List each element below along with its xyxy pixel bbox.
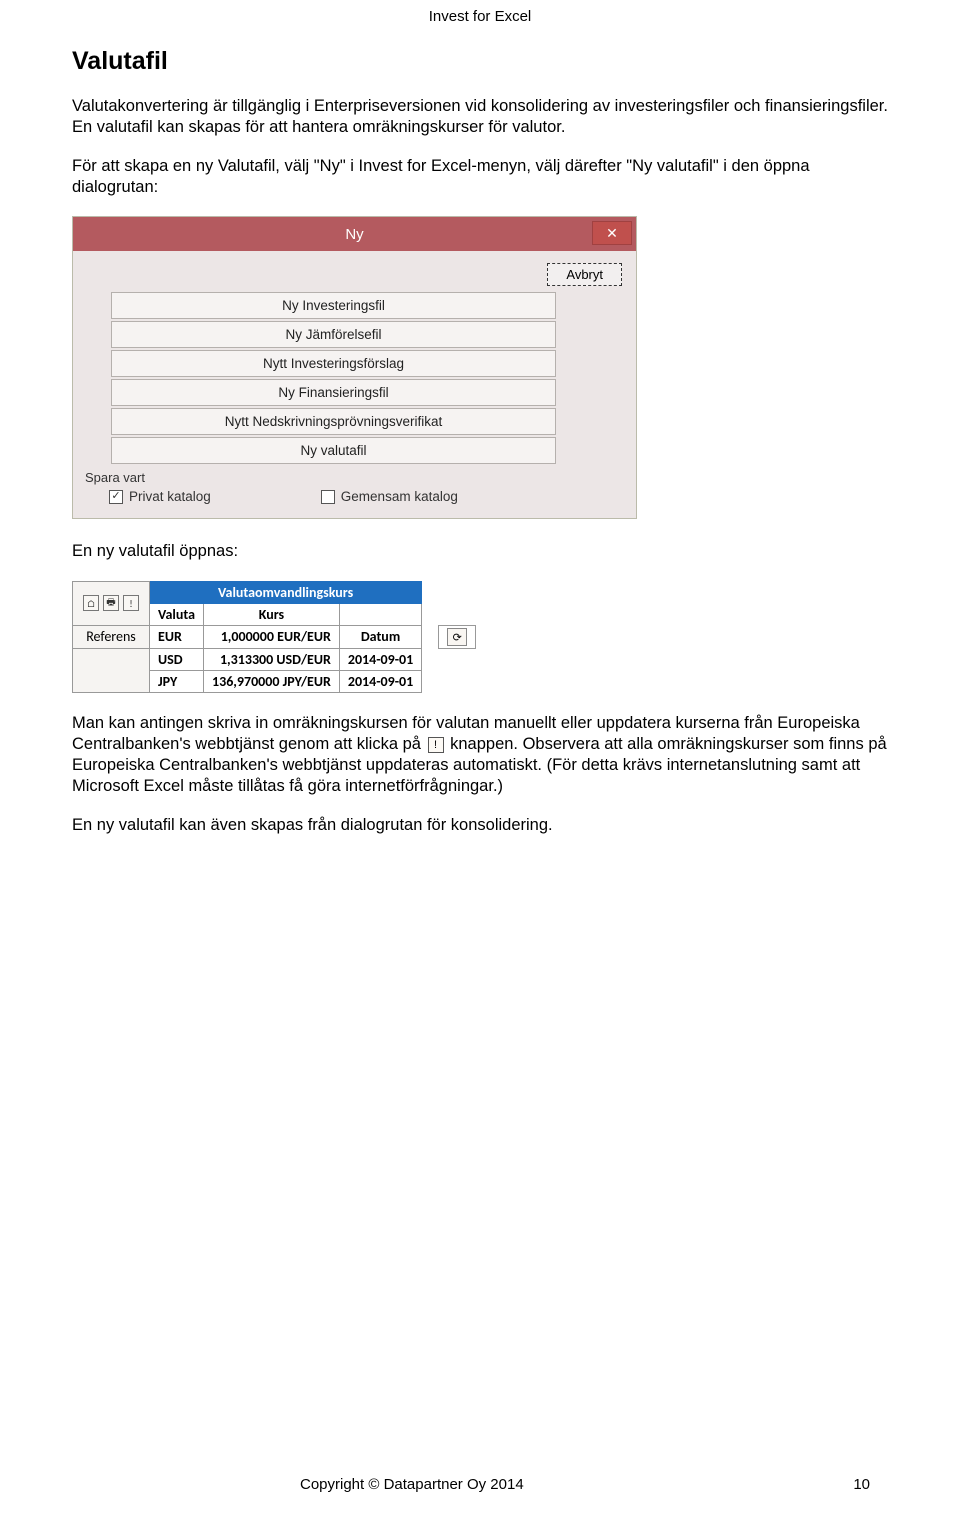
save-label: Spara vart [85,470,626,485]
option-ny-jamforelsefil[interactable]: Ny Jämförelsefil [111,321,556,348]
paragraph-4: Man kan antingen skriva in omräkningskur… [72,713,888,797]
page-footer: Copyright © Datapartner Oy 2014 10 [0,1476,960,1493]
cell-kurs: 1,313300 USD/EUR [204,649,340,671]
cell-datum: 2014-09-01 [339,649,421,671]
inline-exclaim-icon: ! [428,737,444,753]
col-kurs: Kurs [204,603,340,625]
exclaim-icon[interactable]: ! [123,595,139,611]
cell-datum: 2014-09-01 [339,671,421,693]
cell-valuta: EUR [150,625,204,649]
referens-label: Referens [73,625,150,649]
table-row: JPY 136,970000 JPY/EUR 2014-09-01 [73,671,476,693]
refresh-cell: ⟳ [439,625,476,649]
col-datum-blank [339,603,421,625]
dialog-top-row: Avbryt [83,261,626,292]
paragraph-3: En ny valutafil öppnas: [72,541,888,562]
dialog-body: Avbryt Ny Investeringsfil Ny Jämförelsef… [73,251,636,518]
cell-kurs: 136,970000 JPY/EUR [204,671,340,693]
page-header: Invest for Excel [0,0,960,29]
cell-valuta: USD [150,649,204,671]
paragraph-2: För att skapa en ny Valutafil, välj "Ny"… [72,156,888,198]
blank-left [73,649,150,671]
table-row: Referens EUR 1,000000 EUR/EUR Datum ⟳ [73,625,476,649]
dialog-title: Ny [345,226,363,243]
option-ny-valutafil[interactable]: Ny valutafil [111,437,556,464]
table-main-header: Valutaomvandlingskurs [150,581,422,603]
option-ny-investeringsfil[interactable]: Ny Investeringsfil [111,292,556,319]
checkbox-private-label: Privat katalog [129,489,211,504]
option-list: Ny Investeringsfil Ny Jämförelsefil Nytt… [83,292,626,464]
dialog-ny: Ny ✕ Avbryt Ny Investeringsfil Ny Jämför… [72,216,637,519]
option-nytt-investeringsforslag[interactable]: Nytt Investeringsförslag [111,350,556,377]
content: Valutafil Valutakonvertering är tillgäng… [0,29,960,837]
table-row: USD 1,313300 USD/EUR 2014-09-01 [73,649,476,671]
checkbox-shared-box [321,490,335,504]
home-icon[interactable]: ⌂ [83,595,99,611]
close-button[interactable]: ✕ [592,221,632,245]
cell-kurs: 1,000000 EUR/EUR [204,625,340,649]
header-title: Invest for Excel [429,8,532,25]
col-datum: Datum [339,625,421,649]
paragraph-5: En ny valutafil kan även skapas från dia… [72,815,888,836]
print-icon[interactable]: 🖶 [103,595,119,611]
paragraph-1: Valutakonvertering är tillgänglig i Ente… [72,96,888,138]
cancel-button[interactable]: Avbryt [547,263,622,286]
dialog-titlebar: Ny ✕ [73,217,636,251]
option-nytt-nedskrivningsprovningsverifikat[interactable]: Nytt Nedskrivningsprövningsverifikat [111,408,556,435]
blank-left [73,671,150,693]
section-heading: Valutafil [72,47,888,76]
col-valuta: Valuta [150,603,204,625]
save-section: Spara vart ✓ Privat katalog Gemensam kat… [83,470,626,504]
save-row: ✓ Privat katalog Gemensam katalog [85,485,626,504]
footer-page-number: 10 [853,1476,870,1493]
close-icon: ✕ [606,225,618,242]
checkbox-private[interactable]: ✓ Privat katalog [109,489,211,504]
footer-copyright: Copyright © Datapartner Oy 2014 [300,1476,524,1493]
currency-table: ⌂ 🖶 ! Valutaomvandlingskurs Valuta Kurs … [72,581,476,694]
refresh-icon[interactable]: ⟳ [447,628,467,646]
cell-valuta: JPY [150,671,204,693]
checkbox-shared[interactable]: Gemensam katalog [321,489,458,504]
toolbar-cell: ⌂ 🖶 ! [73,581,150,625]
checkbox-private-box: ✓ [109,490,123,504]
option-ny-finansieringsfil[interactable]: Ny Finansieringsfil [111,379,556,406]
checkbox-shared-label: Gemensam katalog [341,489,458,504]
